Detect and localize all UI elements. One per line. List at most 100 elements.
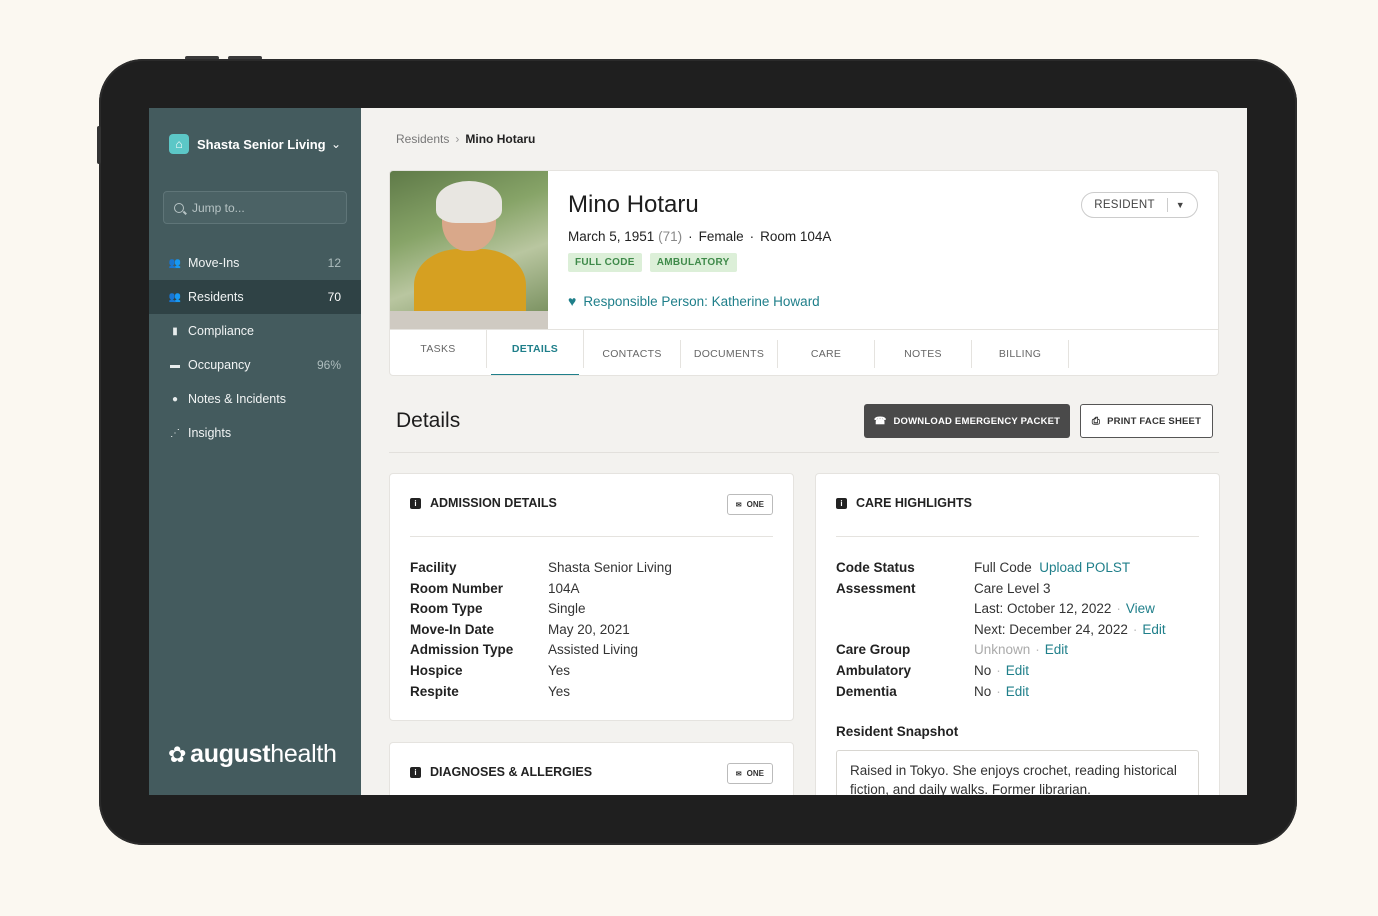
chevron-down-icon: ⌄: [330, 137, 341, 151]
home-icon: ⌂: [169, 134, 189, 154]
tab-tasks[interactable]: TASKS: [390, 330, 487, 368]
detail-value: Shasta Senior Living: [548, 560, 672, 575]
sidebar-item-label: Insights: [188, 426, 232, 440]
sidebar-item-notes-incidents[interactable]: ● Notes & Incidents: [149, 382, 361, 416]
detail-row: Care Group Unknown · Edit: [836, 640, 1166, 661]
upload-polst-link[interactable]: Upload POLST: [1039, 560, 1130, 575]
next-assessment: Next: December 24, 2022: [974, 621, 1128, 637]
detail-value: Full Code Upload POLST: [974, 558, 1130, 579]
tab-care[interactable]: CARE: [778, 340, 875, 368]
detail-row: Respite Yes: [410, 682, 672, 703]
resident-gender: Female: [698, 229, 744, 244]
detail-value: Yes: [548, 683, 571, 699]
one-button[interactable]: ✉ ONE: [726, 494, 773, 515]
edit-link[interactable]: Edit: [1045, 642, 1068, 657]
sidebar-item-occupancy[interactable]: ▬ Occupancy 96%: [149, 348, 361, 382]
role-dropdown[interactable]: RESIDENT ▼: [1081, 192, 1198, 218]
resident-snapshot-title: Resident Snapshot: [836, 724, 959, 739]
detail-key: Facility: [410, 560, 457, 575]
tab-details[interactable]: DETAILS: [487, 330, 584, 375]
edit-link[interactable]: Edit: [1006, 684, 1029, 699]
detail-key: Respite: [410, 683, 459, 699]
edit-link[interactable]: Edit: [1006, 663, 1029, 678]
logo-bold-text: august: [190, 740, 271, 768]
detail-key: Room Type: [410, 601, 483, 617]
tab-billing[interactable]: BILLING: [972, 340, 1069, 368]
sidebar-nav: 👥 Move-Ins 12 👥 Residents 70 ▮ Complianc…: [149, 246, 361, 450]
logo-light-text: health: [270, 740, 337, 768]
tab-notes[interactable]: NOTES: [875, 340, 972, 368]
detail-row: Dementia No · Edit: [836, 682, 1166, 703]
breadcrumb-residents-link[interactable]: Residents: [396, 132, 449, 146]
siren-icon: ☎: [873, 415, 887, 427]
print-label: PRINT FACE SHEET: [1107, 415, 1202, 427]
caret-down-icon: ▼: [1175, 200, 1185, 210]
sidebar-item-insights[interactable]: ⋰ Insights: [149, 416, 361, 450]
resident-snapshot-text[interactable]: Raised in Tokyo. She enjoys crochet, rea…: [836, 750, 1199, 795]
card-title: ADMISSION DETAILS: [430, 496, 557, 510]
main-content: Residents › Mino Hotaru Mino Hotaru March …: [361, 108, 1247, 795]
card-divider: [836, 536, 1199, 537]
sidebar-item-count: 12: [327, 256, 341, 270]
detail-value: Care Level 3: [974, 580, 1051, 596]
detail-row: Next: December 24, 2022 · Edit: [836, 620, 1166, 641]
tab-contacts[interactable]: CONTACTS: [584, 340, 681, 368]
envelope-icon: ✉: [735, 501, 742, 509]
care-group-value: Unknown: [974, 642, 1031, 658]
detail-row: Hospice Yes: [410, 661, 672, 682]
org-switcher[interactable]: ⌂ Shasta Senior Living ⌄: [149, 108, 361, 160]
info-icon: i: [836, 497, 847, 509]
sidebar-item-compliance[interactable]: ▮ Compliance: [149, 314, 361, 348]
detail-value: No · Edit: [974, 661, 1029, 682]
download-emergency-packet-button[interactable]: ☎ DOWNLOAD EMERGENCY PACKET: [864, 404, 1070, 438]
chart-icon: ⋰: [170, 427, 180, 439]
separator-dot: ·: [996, 683, 1001, 699]
profile-tabs: TASKS DETAILS CONTACTS DOCUMENTS CARE NO…: [390, 329, 1218, 375]
tab-documents[interactable]: DOCUMENTS: [681, 340, 778, 368]
card-title: CARE HIGHLIGHTS: [856, 496, 972, 510]
view-link[interactable]: View: [1126, 601, 1155, 616]
group-icon: 👥: [168, 257, 182, 269]
resident-dob: March 5, 1951: [568, 229, 655, 244]
info-icon: i: [410, 766, 421, 778]
sidebar-item-label: Occupancy: [188, 358, 251, 372]
detail-row: Facility Shasta Senior Living: [410, 558, 672, 579]
notes-icon: ●: [171, 393, 179, 405]
one-label: ONE: [746, 500, 764, 509]
dementia-value: No: [974, 683, 992, 699]
separator-dot: ·: [688, 229, 693, 244]
bed-icon: ▬: [170, 359, 180, 371]
print-face-sheet-button[interactable]: ⎙ PRINT FACE SHEET: [1080, 404, 1213, 438]
sidebar: ⌂ Shasta Senior Living ⌄ Jump to... 👥 Mo…: [149, 108, 361, 795]
page-title: Details: [396, 409, 461, 432]
breadcrumb: Residents › Mino Hotaru: [396, 132, 535, 146]
detail-key: Room Number: [410, 580, 504, 596]
card-title: DIAGNOSES & ALLERGIES: [430, 765, 593, 779]
detail-key: Admission Type: [410, 642, 514, 658]
separator-dot: ·: [1116, 601, 1121, 617]
role-divider: [1166, 198, 1168, 212]
sidebar-item-label: Notes & Incidents: [188, 392, 286, 406]
info-icon: i: [410, 497, 421, 509]
diagnoses-allergies-card: i DIAGNOSES & ALLERGIES ✉ ONE: [389, 742, 794, 795]
org-name: Shasta Senior Living: [197, 136, 326, 152]
sidebar-item-count: 70: [327, 290, 341, 304]
card-header: i DIAGNOSES & ALLERGIES: [410, 765, 592, 779]
sidebar-item-residents[interactable]: 👥 Residents 70: [149, 280, 361, 314]
full-code-badge: FULL CODE: [568, 253, 642, 272]
detail-value: Last: October 12, 2022 · View: [974, 599, 1155, 620]
photo-table-shape: [390, 311, 548, 329]
detail-key: Code Status: [836, 560, 915, 575]
card-divider: [410, 536, 773, 537]
one-button[interactable]: ✉ ONE: [726, 763, 773, 784]
photo-hair-shape: [436, 181, 502, 223]
search-input[interactable]: Jump to...: [163, 191, 347, 224]
edit-link[interactable]: Edit: [1142, 622, 1165, 637]
resident-name: Mino Hotaru: [568, 191, 699, 218]
august-health-logo: ✿ august health: [168, 740, 337, 769]
sidebar-item-move-ins[interactable]: 👥 Move-Ins 12: [149, 246, 361, 280]
detail-row: Last: October 12, 2022 · View: [836, 599, 1166, 620]
responsible-person-link[interactable]: ♥ Responsible Person: Katherine Howard: [568, 293, 820, 309]
detail-value: Next: December 24, 2022 · Edit: [974, 620, 1166, 641]
detail-value: Yes: [548, 662, 571, 678]
